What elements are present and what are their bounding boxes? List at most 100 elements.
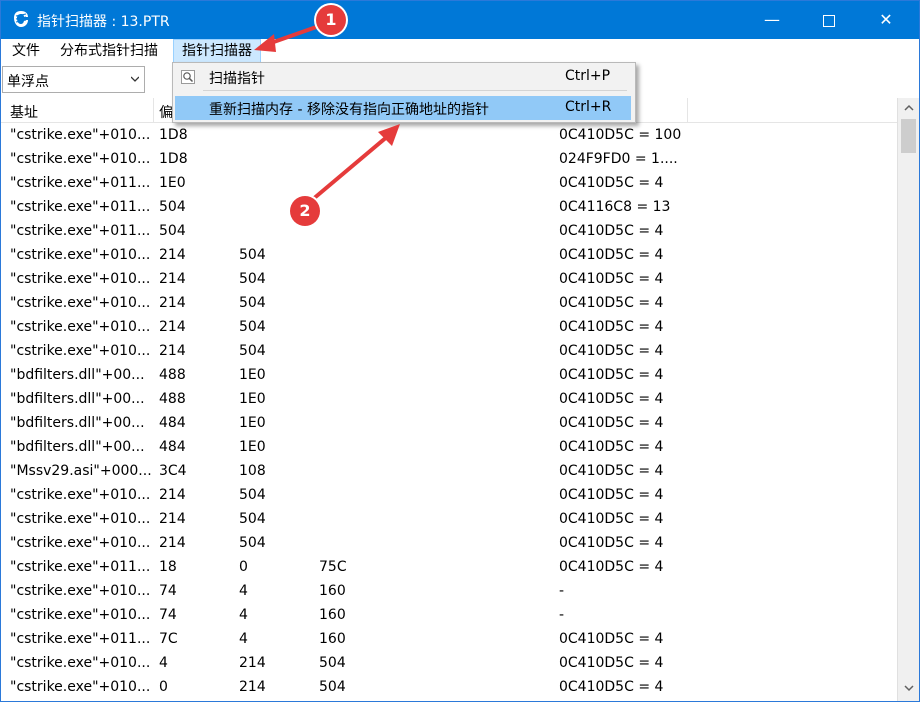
menu-item-scan-pointers[interactable]: 扫描指针 Ctrl+P (175, 65, 631, 89)
close-button[interactable]: ✕ (863, 1, 909, 39)
cell-offset-2: 504 (319, 679, 346, 695)
table-row[interactable]: "bdfilters.dll"+00... 488 1E0 0C410D5C = 4 (1, 364, 897, 388)
cell-offset-1: 0 (239, 559, 248, 575)
scrollbar-thumb[interactable] (901, 119, 916, 153)
table-row[interactable]: "cstrike.exe"+010... 214 504 0C410D5C = 4 (1, 244, 897, 268)
cell-offset-0: 214 (159, 511, 186, 527)
cell-offset-1: 504 (239, 319, 266, 335)
cell-points-to: 0C410D5C = 4 (559, 511, 664, 527)
cell-offset-2: 160 (319, 607, 346, 623)
table-row[interactable]: "cstrike.exe"+010... 214 504 0C410D5C = 4 (1, 508, 897, 532)
cell-points-to: 0C410D5C = 4 (559, 247, 664, 263)
table-row[interactable]: "cstrike.exe"+011... 7C 4 160 0C410D5C = 4 (1, 628, 897, 652)
cell-base-address: "cstrike.exe"+010... (10, 319, 151, 335)
cell-base-address: "cstrike.exe"+011... (10, 223, 151, 239)
table-row[interactable]: "cstrike.exe"+011... 504 0C4116C8 = 13 (1, 196, 897, 220)
cell-points-to: - (559, 583, 565, 599)
cell-offset-1: 1E0 (239, 391, 266, 407)
table-row[interactable]: "bdfilters.dll"+00... 484 1E0 0C410D5C = 4 (1, 412, 897, 436)
table-row[interactable]: "cstrike.exe"+010... 214 504 0C410D5C = 4 (1, 340, 897, 364)
cell-base-address: "cstrike.exe"+010... (10, 535, 151, 551)
cell-offset-0: 214 (159, 535, 186, 551)
close-icon: ✕ (879, 10, 893, 29)
cell-offset-1: 4 (239, 607, 248, 623)
pointer-scanner-menu: 扫描指针 Ctrl+P 重新扫描内存 - 移除没有指向正确地址的指针 Ctrl+… (172, 62, 636, 123)
cell-offset-2: 75C (319, 559, 347, 575)
cell-points-to: 0C410D5C = 100 (559, 127, 682, 143)
cell-offset-1: 504 (239, 511, 266, 527)
column-header-base-address[interactable]: 基址 (10, 102, 38, 122)
cell-offset-1: 504 (239, 295, 266, 311)
column-divider[interactable] (687, 98, 688, 122)
column-divider[interactable] (153, 98, 154, 122)
table-row[interactable]: "cstrike.exe"+010... 214 504 0C410D5C = 4 (1, 316, 897, 340)
cell-points-to: 0C410D5C = 4 (559, 535, 664, 551)
vertical-scrollbar[interactable] (897, 98, 919, 701)
cell-points-to: 0C410D5C = 4 (559, 487, 664, 503)
table-row[interactable]: "cstrike.exe"+010... 214 504 0C410D5C = 4 (1, 532, 897, 556)
cell-base-address: "cstrike.exe"+010... (10, 151, 151, 167)
title-bar[interactable]: 指针扫描器 : 13.PTR — ✕ (1, 1, 919, 39)
cell-base-address: "bdfilters.dll"+00... (10, 367, 145, 383)
scan-magnifier-icon (181, 70, 195, 84)
cell-offset-1: 1E0 (239, 439, 266, 455)
table-row[interactable]: "cstrike.exe"+011... 1E0 0C410D5C = 4 (1, 172, 897, 196)
cell-offset-0: 1D8 (159, 151, 188, 167)
cell-offset-0: 488 (159, 391, 186, 407)
menu-bar: 文件 分布式指针扫描 指针扫描器 (1, 39, 919, 64)
value-type-select[interactable]: 单浮点 (2, 66, 145, 93)
cell-base-address: "Mssv29.asi"+000... (10, 463, 152, 479)
value-type-value: 单浮点 (7, 74, 49, 90)
cell-points-to: 0C410D5C = 4 (559, 391, 664, 407)
table-row[interactable]: "Mssv29.asi"+000... 3C4 108 0C410D5C = 4 (1, 460, 897, 484)
cell-points-to: 0C410D5C = 4 (559, 463, 664, 479)
cell-points-to: 0C410D5C = 4 (559, 559, 664, 575)
cell-points-to: 0C410D5C = 4 (559, 679, 664, 695)
column-header-offset[interactable]: 偏 (159, 102, 173, 122)
cheat-engine-icon (14, 11, 28, 27)
table-row[interactable]: "cstrike.exe"+010... 74 4 160 - (1, 604, 897, 628)
cell-offset-0: 214 (159, 343, 186, 359)
cell-points-to: 0C410D5C = 4 (559, 655, 664, 671)
table-row[interactable]: "bdfilters.dll"+00... 484 1E0 0C410D5C = 4 (1, 436, 897, 460)
menu-item-label: 重新扫描内存 - 移除没有指向正确地址的指针 (209, 102, 489, 118)
cell-offset-0: 504 (159, 199, 186, 215)
menu-file[interactable]: 文件 (4, 39, 48, 63)
scroll-down-icon[interactable] (904, 684, 914, 692)
cell-offset-0: 4 (159, 655, 168, 671)
pointer-list[interactable]: 基址 偏 "cstrike.exe"+010... 1D8 0C410D5C = 1… (1, 98, 897, 701)
table-row[interactable]: "cstrike.exe"+011... 18 0 75C 0C410D5C = 4 (1, 556, 897, 580)
table-row[interactable]: "cstrike.exe"+010... 214 504 0C410D5C = 4 (1, 268, 897, 292)
cell-offset-1: 1E0 (239, 367, 266, 383)
cell-offset-0: 1E0 (159, 175, 186, 191)
table-row[interactable]: "cstrike.exe"+010... 1D8 0C410D5C = 100 (1, 124, 897, 148)
cell-points-to: 0C410D5C = 4 (559, 415, 664, 431)
cell-offset-0: 214 (159, 487, 186, 503)
cell-offset-0: 18 (159, 559, 177, 575)
menu-item-shortcut: Ctrl+R (565, 99, 612, 115)
cell-offset-2: 160 (319, 583, 346, 599)
table-row[interactable]: "cstrike.exe"+010... 0 214 504 0C410D5C = 4 (1, 676, 897, 700)
cell-offset-0: 484 (159, 439, 186, 455)
cell-points-to: 0C410D5C = 4 (559, 631, 664, 647)
menu-pointer-scanner[interactable]: 指针扫描器 (173, 39, 261, 63)
cell-offset-1: 108 (239, 463, 266, 479)
menu-distributed-scan[interactable]: 分布式指针扫描 (52, 39, 166, 63)
table-row[interactable]: "cstrike.exe"+010... 214 504 0C410D5C = 4 (1, 484, 897, 508)
scroll-up-icon[interactable] (904, 104, 914, 112)
cell-offset-2: 160 (319, 631, 346, 647)
table-row[interactable]: "bdfilters.dll"+00... 488 1E0 0C410D5C = 4 (1, 388, 897, 412)
cell-offset-0: 484 (159, 415, 186, 431)
cell-offset-0: 504 (159, 223, 186, 239)
table-row[interactable]: "cstrike.exe"+011... 504 0C410D5C = 4 (1, 220, 897, 244)
table-row[interactable]: "cstrike.exe"+010... 1D8 024F9FD0 = 1.... (1, 148, 897, 172)
menu-item-rescan-memory[interactable]: 重新扫描内存 - 移除没有指向正确地址的指针 Ctrl+R (175, 96, 631, 120)
minimize-button[interactable]: — (749, 1, 795, 39)
table-row[interactable]: "cstrike.exe"+010... 74 4 160 - (1, 580, 897, 604)
cell-base-address: "bdfilters.dll"+00... (10, 415, 145, 431)
table-row[interactable]: "cstrike.exe"+010... 214 504 0C410D5C = 4 (1, 292, 897, 316)
maximize-button[interactable] (806, 1, 852, 39)
table-row[interactable]: "cstrike.exe"+010... 4 214 504 0C410D5C = 4 (1, 652, 897, 676)
cell-points-to: 0C410D5C = 4 (559, 319, 664, 335)
cell-points-to: 0C410D5C = 4 (559, 343, 664, 359)
